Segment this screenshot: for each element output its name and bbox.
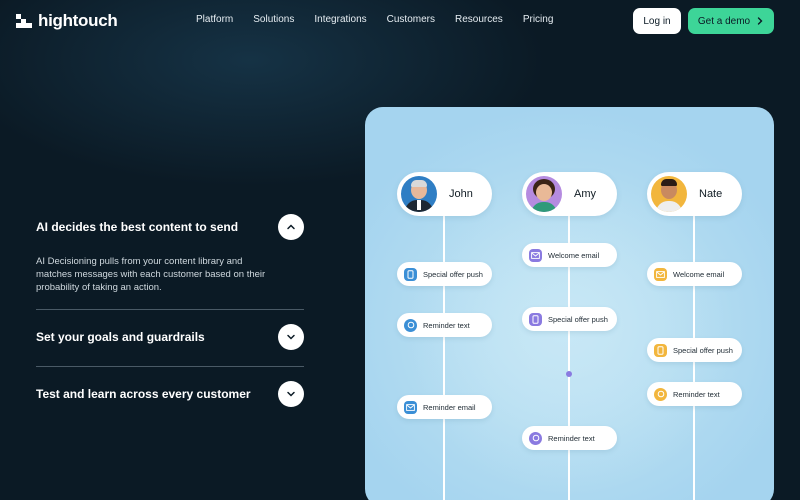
login-button[interactable]: Log in [633,8,681,34]
get-demo-button[interactable]: Get a demo [688,8,774,34]
person-name: Nate [699,188,723,200]
login-label: Log in [643,15,671,27]
step-pill: Reminder text [647,382,742,406]
chat-icon [654,387,667,401]
step-label: Special offer push [548,314,608,324]
chevron-down-icon [287,391,295,397]
step-label: Special offer push [673,345,733,355]
step-pill: Welcome email [647,262,742,286]
accordion-item-ai-decides[interactable]: AI decides the best content to send AI D… [36,214,304,294]
expand-button[interactable] [278,324,304,350]
accordion-item-goals[interactable]: Set your goals and guardrails [36,324,304,354]
mail-icon [529,248,542,262]
demo-label: Get a demo [697,15,751,27]
nav-links: Platform Solutions Integrations Customer… [196,14,573,25]
step-label: Reminder text [423,320,470,330]
nav-link-pricing[interactable]: Pricing [523,14,554,25]
chevron-down-icon [287,334,295,340]
collapse-button[interactable] [278,214,304,240]
chevron-up-icon [287,224,295,230]
timeline-dot [566,371,572,377]
expand-button[interactable] [278,381,304,407]
john-timeline [443,207,445,500]
accordion-title: AI decides the best content to send [36,220,239,234]
chat-icon [404,318,417,332]
top-nav: hightouch Platform Solutions Integration… [0,0,800,44]
phone-icon [529,312,542,326]
step-label: Special offer push [423,269,483,279]
step-label: Reminder text [548,433,595,443]
chevron-right-icon [757,17,763,25]
person-name: Amy [574,188,596,200]
step-label: Welcome email [548,250,600,260]
avatar-john [401,176,437,212]
chat-icon [529,431,542,445]
logo-mark-icon [16,14,32,28]
step-pill: Reminder text [522,426,617,450]
step-pill: Special offer push [647,338,742,362]
step-label: Reminder text [673,389,720,399]
phone-icon [404,267,417,281]
accordion-title: Set your goals and guardrails [36,330,205,344]
step-label: Welcome email [673,269,725,279]
accordion-description: AI Decisioning pulls from your content l… [36,256,266,293]
mail-icon [654,267,667,281]
accordion-title: Test and learn across every customer [36,387,251,401]
mail-icon [404,400,417,414]
brand-logo[interactable]: hightouch [16,11,118,31]
nav-link-platform[interactable]: Platform [196,14,233,25]
nav-link-integrations[interactable]: Integrations [314,14,366,25]
avatar-nate [651,176,687,212]
nav-link-solutions[interactable]: Solutions [253,14,294,25]
step-pill: Special offer push [397,262,492,286]
step-pill: Reminder text [397,313,492,337]
journey-illustration: John Special offer push Reminder text Re… [365,107,774,500]
person-card-nate: Nate [647,172,742,216]
person-card-amy: Amy [522,172,617,216]
step-pill: Welcome email [522,243,617,267]
step-pill: Reminder email [397,395,492,419]
person-card-john: John [397,172,492,216]
phone-icon [654,343,667,357]
brand-name: hightouch [38,11,118,30]
step-pill: Special offer push [522,307,617,331]
divider [36,309,304,310]
divider [36,366,304,367]
nav-link-resources[interactable]: Resources [455,14,503,25]
avatar-amy [526,176,562,212]
step-label: Reminder email [423,402,476,412]
accordion-item-test-learn[interactable]: Test and learn across every customer [36,381,304,411]
person-name: John [449,188,473,200]
nav-link-customers[interactable]: Customers [387,14,435,25]
